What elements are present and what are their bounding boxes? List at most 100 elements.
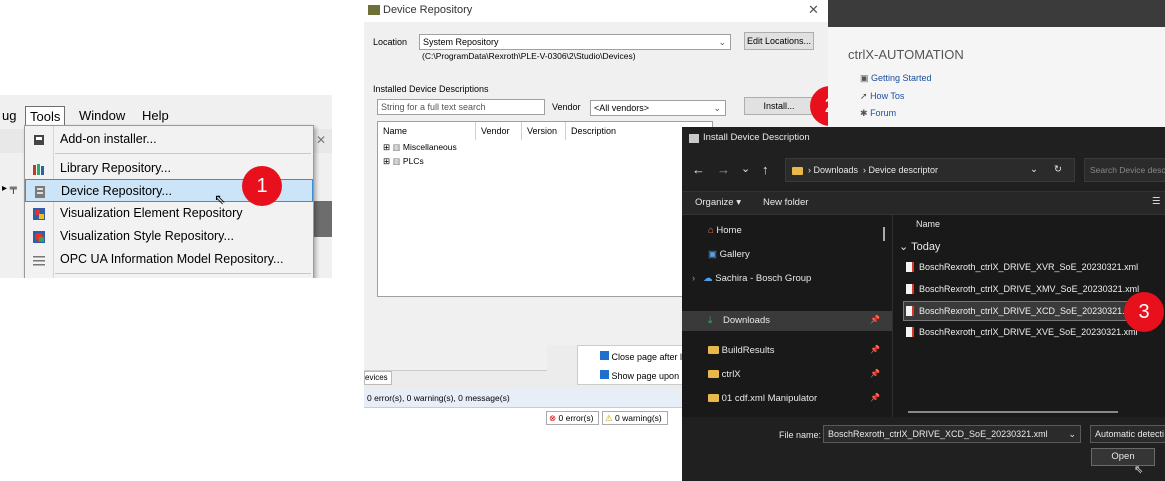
nav-item-gallery[interactable]: ▣ Gallery [708,249,750,260]
column-version[interactable]: Version [522,122,566,140]
menu-separator [55,153,311,154]
device-icon: ▥ [392,156,401,166]
view-options-icon[interactable]: ☰ [1152,196,1161,207]
chevron-down-icon[interactable]: ⌄ [741,162,750,175]
location-select[interactable]: System Repository ⌄ [419,34,731,50]
nav-item-onedrive[interactable]: › ☁ Sachira - Bosch Group [692,273,811,284]
menu-item-visualization-style-repository[interactable]: Visualization Style Repository... [25,225,313,248]
file-name: BoschRexroth_ctrlX_DRIVE_XCD_SoE_2023032… [919,306,1139,316]
link-forum[interactable]: ✱ Forum [860,108,896,119]
pin-icon[interactable]: 📌 [870,369,880,378]
menu-help[interactable]: Help [138,106,173,127]
file-name: BoschRexroth_ctrlX_DRIVE_XVE_SoE_2023032… [919,327,1138,337]
show-page-option[interactable]: Show page upon s [600,370,686,381]
book-icon: ▣ [860,73,869,83]
scrollbar[interactable] [883,227,885,241]
file-item[interactable]: BoschRexroth_ctrlX_DRIVE_XMV_SoE_2023032… [906,281,1139,297]
breadcrumb-item[interactable]: Device descriptor [869,165,939,175]
checkbox-checked-icon[interactable] [600,370,609,379]
pin-icon[interactable]: 📌 [870,315,880,324]
address-bar[interactable]: › Downloads › Device descriptor ⌄ ↻ [785,158,1075,182]
search-input[interactable]: Search Device desc [1084,158,1165,182]
file-list: Name ⌄ Today BoschRexroth_ctrlX_DRIVE_XV… [892,215,1165,425]
install-device-description-dialog: Install Device Description ← → ⌄ ↑ › Dow… [682,127,1165,481]
up-arrow-icon[interactable]: ↑ [762,162,769,177]
folder-icon [708,393,719,404]
nav-item-label: 01 cdf.xml Manipulator [721,393,818,404]
menu-item-label: OPC UA Information Model Repository... [60,252,284,266]
welcome-title: ctrlX-AUTOMATION [848,47,964,62]
menu-debug[interactable]: ug [0,106,20,127]
expand-icon[interactable]: ⊞ [383,142,390,152]
forum-icon: ✱ [860,108,868,118]
horizontal-scrollbar[interactable] [908,411,1118,413]
background-titlebar [828,0,1165,27]
back-arrow-icon[interactable]: ← [692,162,705,177]
chevron-down-icon: ⌄ [718,37,726,47]
menu-window[interactable]: Window [75,106,129,127]
column-name[interactable]: Name [378,122,476,140]
checkbox-checked-icon[interactable] [600,351,609,360]
edit-locations-button[interactable]: Edit Locations... [744,32,814,50]
group-today[interactable]: ⌄ Today [899,240,940,253]
menu-item-opc-ua-repository[interactable]: OPC UA Information Model Repository... [25,248,313,271]
close-page-option[interactable]: Close page after lo [600,351,687,362]
nav-item-label: BuildResults [721,345,775,356]
location-path: (C:\ProgramData\Rexroth\PLE-V-0306\2\Stu… [422,51,636,61]
device-tree: Name Vendor Version Description ⊞ ▥ Misc… [377,121,713,297]
link-getting-started[interactable]: ▣ Getting Started [860,73,932,84]
dialog-titlebar: Device Repository ✕ [364,0,828,22]
group-label: Today [911,241,941,253]
link-how-tos[interactable]: ➚ How Tos [860,91,904,102]
column-vendor[interactable]: Vendor [476,122,522,140]
install-button[interactable]: Install... [744,97,814,115]
file-item[interactable]: BoschRexroth_ctrlX_DRIVE_XCD_SoE_2023032… [906,303,1139,319]
forward-arrow-icon[interactable]: → [717,162,730,177]
nav-item-buildresults[interactable]: BuildResults [708,345,774,356]
nav-item-cdf-manipulator[interactable]: 01 cdf.xml Manipulator [708,393,817,404]
tree-item-plcs[interactable]: ⊞ ▥ PLCs [383,156,424,167]
menu-item-visualization-element-repository[interactable]: Visualization Element Repository [25,202,313,225]
devices-tab[interactable]: evices [364,371,392,385]
nav-item-home[interactable]: ⌂ Home [708,225,742,236]
nav-item-ctrlx[interactable]: ctrlX [708,369,741,380]
full-text-search-input[interactable]: String for a full text search [377,99,545,115]
file-item[interactable]: BoschRexroth_ctrlX_DRIVE_XVR_SoE_2023032… [906,259,1139,275]
filename-input[interactable]: BoschRexroth_ctrlX_DRIVE_XCD_SoE_2023032… [823,425,1081,443]
vendor-select[interactable]: <All vendors> ⌄ [590,100,726,116]
step-badge-2: 2 [810,86,828,126]
column-name[interactable]: Name [916,219,940,229]
refresh-icon[interactable]: ↻ [1054,164,1062,175]
new-folder-button[interactable]: New folder [763,197,808,208]
file-name: BoschRexroth_ctrlX_DRIVE_XVR_SoE_2023032… [919,262,1139,272]
folder-icon [708,369,719,380]
chevron-down-icon[interactable]: ⌄ [1030,164,1038,175]
close-icon[interactable]: ✕ [808,0,819,20]
breadcrumb-item[interactable]: Downloads [814,165,859,175]
command-bar: Organize ▾ New folder ☰ [682,191,1165,215]
menu-item-addon-installer[interactable]: Add-on installer... [25,128,313,151]
organize-button[interactable]: Organize ▾ [695,197,741,208]
navigation-pane: ⌂ Home ▣ Gallery › ☁ Sachira - Bosch Gro… [682,215,892,425]
expand-icon[interactable]: ⊞ [383,156,390,166]
file-item[interactable]: BoschRexroth_ctrlX_DRIVE_XVE_SoE_2023032… [906,324,1138,340]
pin-icon[interactable]: 📌 [870,393,880,402]
menu-tools[interactable]: Tools [25,106,66,127]
nav-item-label: ctrlX [721,369,741,380]
filename-value: BoschRexroth_ctrlX_DRIVE_XCD_SoE_2023032… [828,429,1048,439]
warnings-filter[interactable]: ⚠ 0 warning(s) [602,411,668,425]
location-value: System Repository [423,37,499,47]
gallery-icon: ▣ [708,249,717,260]
filetype-select[interactable]: Automatic detecti [1090,425,1165,443]
navigation-bar: ← → ⌄ ↑ › Downloads › Device descriptor … [682,151,1165,191]
message-status-bar: ⊗ 0 error(s) ⚠ 0 warning(s) [364,407,684,427]
nav-item-downloads[interactable]: ⤓ Downloads 📌 [682,311,892,331]
pin-icon[interactable]: 📌 [870,345,880,354]
home-icon: ⌂ [708,225,714,236]
open-button-label: Open [1111,451,1135,462]
errors-filter[interactable]: ⊗ 0 error(s) [546,411,599,425]
expand-icon[interactable]: › [692,273,695,284]
tree-item-miscellaneous[interactable]: ⊞ ▥ Miscellaneous [383,142,457,153]
open-button[interactable]: Open [1091,448,1155,466]
xml-file-icon [906,284,914,294]
